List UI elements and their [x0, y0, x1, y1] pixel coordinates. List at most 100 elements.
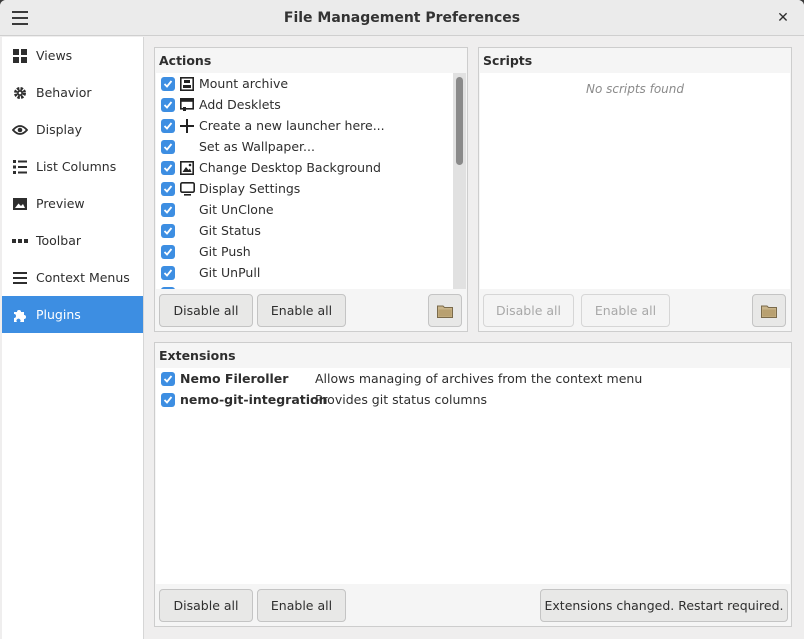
action-label: Mount archive: [199, 76, 289, 91]
menu-icon: [12, 270, 28, 286]
actions-enable-all-button[interactable]: Enable all: [257, 294, 346, 327]
action-label: Add Desklets: [199, 97, 281, 112]
sidebar-item-views[interactable]: Views: [2, 37, 143, 74]
folder-icon: [761, 303, 777, 318]
sidebar-item-label: List Columns: [36, 159, 117, 174]
action-label: Git Push: [199, 244, 251, 259]
checkbox[interactable]: [161, 76, 175, 91]
blank-icon: [179, 244, 195, 260]
scripts-list: No scripts found: [480, 73, 790, 289]
blank-icon: [179, 223, 195, 239]
sidebar-item-display[interactable]: Display: [2, 111, 143, 148]
scrollbar-thumb[interactable]: [456, 77, 463, 165]
action-label: Display Settings: [199, 181, 301, 196]
extension-description: Provides git status columns: [315, 392, 488, 407]
puzzle-icon: [12, 307, 28, 323]
actions-list: Mount archive Add Desklets Create a new …: [156, 73, 453, 289]
extension-name: nemo-git-integration: [180, 392, 328, 407]
scripts-disable-all-button[interactable]: Disable all: [483, 294, 574, 327]
desklet-icon: [179, 97, 195, 113]
scripts-open-folder-button[interactable]: [752, 294, 786, 327]
window-title: File Management Preferences: [283, 10, 521, 26]
checkbox[interactable]: [161, 97, 175, 112]
list-item: [156, 283, 453, 289]
sidebar-item-list-columns[interactable]: List Columns: [2, 148, 143, 185]
sidebar-item-behavior[interactable]: Behavior: [2, 74, 143, 111]
preferences-window: File Management Preferences ✕ Views Beha…: [0, 0, 804, 639]
action-label: Git UnClone: [199, 202, 274, 217]
list-item: Git Status: [156, 220, 453, 241]
sidebar-item-label: Toolbar: [36, 233, 82, 248]
actions-frame: Actions Mount archive Add Desklets Creat…: [154, 47, 468, 332]
checkbox[interactable]: [161, 139, 175, 154]
dots-icon: [12, 233, 28, 249]
checkbox[interactable]: [161, 181, 175, 196]
extensions-title: Extensions: [159, 348, 236, 363]
extensions-enable-all-button[interactable]: Enable all: [257, 589, 346, 622]
picture-icon: [179, 160, 195, 176]
sidebar: Views Behavior Display List Columns Prev…: [2, 37, 144, 639]
monitor-icon: [179, 181, 195, 197]
sidebar-item-plugins[interactable]: Plugins: [2, 296, 143, 333]
checkbox[interactable]: [161, 118, 175, 133]
sidebar-item-toolbar[interactable]: Toolbar: [2, 222, 143, 259]
close-icon[interactable]: ✕: [772, 7, 794, 29]
sidebar-item-label: Plugins: [36, 307, 81, 322]
sidebar-item-context-menus[interactable]: Context Menus: [2, 259, 143, 296]
plus-icon: [179, 118, 195, 134]
list-item: Mount archive: [156, 73, 453, 94]
action-label: Git UnPull: [199, 265, 261, 280]
eye-icon: [12, 122, 28, 138]
scripts-title: Scripts: [483, 53, 533, 68]
folder-icon: [437, 303, 453, 318]
list-icon: [12, 159, 28, 175]
list-item: Git UnClone: [156, 199, 453, 220]
checkbox[interactable]: [161, 160, 175, 175]
checkbox[interactable]: [161, 371, 175, 386]
extensions-disable-all-button[interactable]: Disable all: [159, 589, 253, 622]
actions-scrollbar[interactable]: [453, 73, 466, 289]
restart-required-button[interactable]: Extensions changed. Restart required.: [540, 589, 788, 622]
sidebar-item-label: Preview: [36, 196, 85, 211]
list-item: nemo-git-integration Provides git status…: [156, 389, 790, 410]
gear-icon: [12, 85, 28, 101]
checkbox[interactable]: [161, 202, 175, 217]
extension-description: Allows managing of archives from the con…: [315, 371, 643, 386]
titlebar: File Management Preferences ✕: [0, 0, 804, 36]
sidebar-item-preview[interactable]: Preview: [2, 185, 143, 222]
sidebar-item-label: Behavior: [36, 85, 92, 100]
list-item: Add Desklets: [156, 94, 453, 115]
action-label: Git Status: [199, 223, 261, 238]
list-item: Display Settings: [156, 178, 453, 199]
checkbox[interactable]: [161, 265, 175, 280]
action-label: Create a new launcher here...: [199, 118, 385, 133]
checkbox[interactable]: [161, 392, 175, 407]
sidebar-item-label: Views: [36, 48, 73, 63]
checkbox[interactable]: [161, 223, 175, 238]
list-item: Git UnPull: [156, 262, 453, 283]
sidebar-item-label: Display: [36, 122, 83, 137]
actions-title: Actions: [159, 53, 212, 68]
action-label: Set as Wallpaper...: [199, 139, 315, 154]
checkbox[interactable]: [161, 286, 175, 289]
scripts-enable-all-button[interactable]: Enable all: [581, 294, 670, 327]
grid-icon: [12, 48, 28, 64]
actions-disable-all-button[interactable]: Disable all: [159, 294, 253, 327]
list-item: Create a new launcher here...: [156, 115, 453, 136]
extensions-frame: Extensions Nemo Fileroller Allows managi…: [154, 342, 792, 627]
extension-name: Nemo Fileroller: [180, 371, 289, 386]
checkbox[interactable]: [161, 244, 175, 259]
archive-icon: [179, 76, 195, 92]
action-label: Change Desktop Background: [199, 160, 381, 175]
list-item: Change Desktop Background: [156, 157, 453, 178]
list-item: Set as Wallpaper...: [156, 136, 453, 157]
blank-icon: [179, 265, 195, 281]
list-item: Git Push: [156, 241, 453, 262]
list-item: Nemo Fileroller Allows managing of archi…: [156, 368, 790, 389]
sidebar-item-label: Context Menus: [36, 270, 130, 285]
actions-open-folder-button[interactable]: [428, 294, 462, 327]
scripts-frame: Scripts No scripts found Disable all Ena…: [478, 47, 792, 332]
empty-scripts-message: No scripts found: [585, 82, 685, 96]
image-icon: [12, 196, 28, 212]
blank-icon: [179, 202, 195, 218]
